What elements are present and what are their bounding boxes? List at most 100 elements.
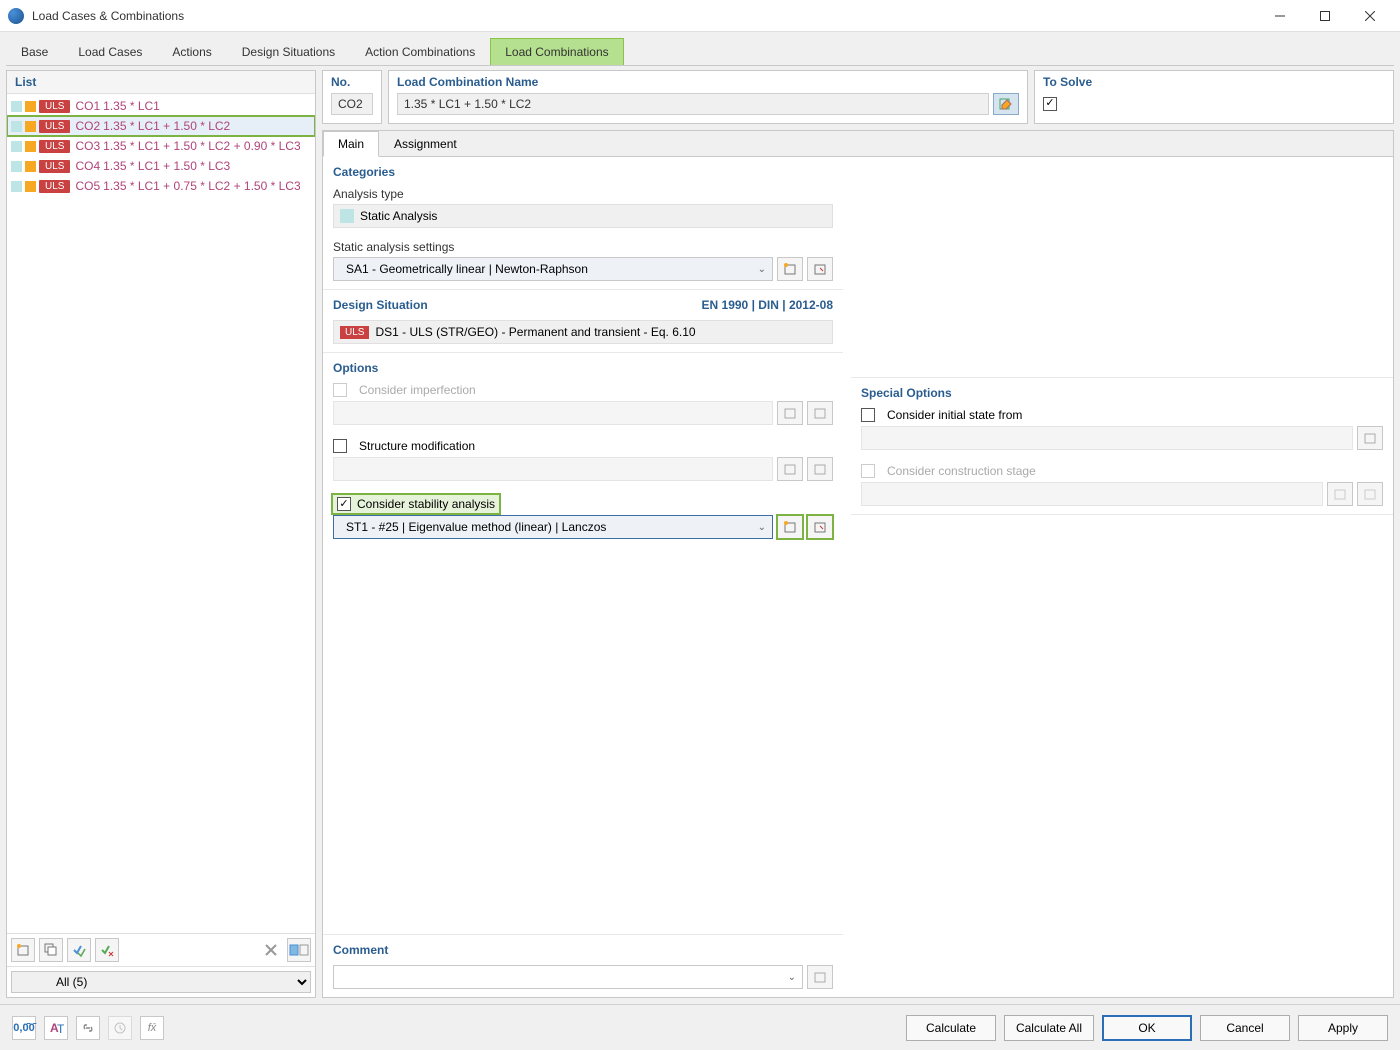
categories-title: Categories: [333, 165, 833, 179]
uncheck-all-button[interactable]: [95, 938, 119, 962]
list-item[interactable]: ULS CO41.35 * LC1 + 1.50 * LC3: [7, 156, 315, 176]
new-stability-button[interactable]: [777, 515, 803, 539]
delete-button[interactable]: [259, 938, 283, 962]
apply-button[interactable]: Apply: [1298, 1015, 1388, 1041]
combo-desc: 1.35 * LC1: [103, 99, 160, 113]
new-settings-button[interactable]: [777, 257, 803, 281]
font-button[interactable]: AT: [44, 1016, 68, 1040]
tab-design-situations[interactable]: Design Situations: [227, 38, 350, 65]
reset-button[interactable]: [108, 1016, 132, 1040]
uls-badge: ULS: [39, 180, 70, 193]
list-toolbar: [7, 933, 315, 966]
no-value: CO2: [331, 93, 373, 115]
list-item[interactable]: ULS CO51.35 * LC1 + 0.75 * LC2 + 1.50 * L…: [7, 176, 315, 196]
initial-state-checkbox[interactable]: [861, 408, 875, 422]
new-construction-stage-button[interactable]: [1327, 482, 1353, 506]
structure-modification-checkbox[interactable]: [333, 439, 347, 453]
construction-stage-checkbox: [861, 464, 875, 478]
tab-actions[interactable]: Actions: [157, 38, 226, 65]
edit-imperfection-button[interactable]: [807, 401, 833, 425]
comment-extra-button[interactable]: [807, 965, 833, 989]
name-label: Load Combination Name: [397, 75, 1019, 89]
list-item[interactable]: ULSCO11.35 * LC1: [7, 96, 315, 116]
design-situation-title: Design Situation: [333, 298, 428, 312]
copy-item-button[interactable]: [39, 938, 63, 962]
name-value: 1.35 * LC1 + 1.50 * LC2: [397, 93, 989, 115]
static-settings-select[interactable]: SA1 - Geometrically linear | Newton-Raph…: [333, 257, 773, 281]
consider-stability-label: Consider stability analysis: [357, 497, 495, 511]
function-button[interactable]: fx̄: [140, 1016, 164, 1040]
cancel-button[interactable]: Cancel: [1200, 1015, 1290, 1041]
swatch-icon: [25, 121, 36, 132]
combo-desc: 1.35 * LC1 + 0.75 * LC2 + 1.50 * LC3: [103, 179, 300, 193]
main-tabstrip: Base Load Cases Actions Design Situation…: [6, 38, 1394, 66]
construction-stage-label: Consider construction stage: [887, 464, 1036, 478]
maximize-button[interactable]: [1302, 0, 1347, 32]
uls-badge: ULS: [39, 140, 70, 153]
edit-name-button[interactable]: [993, 93, 1019, 115]
options-title: Options: [333, 361, 833, 375]
consider-stability-checkbox[interactable]: [337, 497, 351, 511]
close-button[interactable]: [1347, 0, 1392, 32]
list-item[interactable]: ULSCO31.35 * LC1 + 1.50 * LC2 + 0.90 * L…: [7, 136, 315, 156]
view-mode-button[interactable]: [287, 938, 311, 962]
special-options-title: Special Options: [861, 386, 1383, 400]
new-structure-mod-button[interactable]: [777, 457, 803, 481]
window-title: Load Cases & Combinations: [32, 9, 1257, 23]
swatch-icon: [11, 121, 22, 132]
subtab-main[interactable]: Main: [323, 131, 379, 157]
swatch-icon: [25, 181, 36, 192]
chevron-down-icon: ⌄: [788, 972, 796, 983]
calculate-button[interactable]: Calculate: [906, 1015, 996, 1041]
combo-id: CO1: [75, 99, 100, 113]
cyan-swatch-icon: [340, 209, 354, 223]
check-all-button[interactable]: [67, 938, 91, 962]
consider-imperfection-checkbox: [333, 383, 347, 397]
edit-settings-button[interactable]: [807, 257, 833, 281]
calculate-all-button[interactable]: Calculate All: [1004, 1015, 1094, 1041]
no-label: No.: [331, 75, 373, 89]
app-icon: [8, 8, 24, 24]
swatch-icon: [25, 101, 36, 112]
comment-select[interactable]: ⌄: [333, 965, 803, 989]
analysis-type-value: Static Analysis: [333, 204, 833, 228]
combo-id: CO4: [75, 159, 100, 173]
swatch-icon: [11, 181, 22, 192]
list-header: List: [7, 71, 315, 94]
tab-load-cases[interactable]: Load Cases: [63, 38, 157, 65]
consider-imperfection-label: Consider imperfection: [359, 383, 476, 397]
list-panel: List ULSCO11.35 * LC1ULSCO21.35 * LC1 + …: [6, 70, 316, 998]
link-button[interactable]: [76, 1016, 100, 1040]
uls-badge: ULS: [340, 326, 369, 339]
combo-desc: 1.35 * LC1 + 1.50 * LC3: [103, 159, 230, 173]
minimize-button[interactable]: [1257, 0, 1302, 32]
design-standard: EN 1990 | DIN | 2012-08: [702, 298, 833, 312]
list-filter-select[interactable]: All (5): [11, 971, 311, 993]
tab-base[interactable]: Base: [6, 38, 63, 65]
tab-load-combinations[interactable]: Load Combinations: [490, 38, 623, 65]
no-field-box: No. CO2: [322, 70, 382, 124]
categories-section: Categories Analysis type Static Analysis…: [323, 157, 843, 289]
edit-structure-mod-button[interactable]: [807, 457, 833, 481]
units-button[interactable]: 0,0̄0̄: [12, 1016, 36, 1040]
tab-action-combinations[interactable]: Action Combinations: [350, 38, 490, 65]
stability-select[interactable]: ST1 - #25 | Eigenvalue method (linear) |…: [333, 515, 773, 539]
uls-badge: ULS: [39, 120, 70, 133]
options-section: Options Consider imperfection: [323, 352, 843, 547]
to-solve-checkbox[interactable]: [1043, 97, 1057, 111]
uls-badge: ULS: [39, 160, 70, 173]
new-imperfection-button[interactable]: [777, 401, 803, 425]
list-item[interactable]: ULS CO21.35 * LC1 + 1.50 * LC2: [7, 116, 315, 136]
combo-id: CO5: [75, 179, 100, 193]
ok-button[interactable]: OK: [1102, 1015, 1192, 1041]
edit-initial-state-button[interactable]: [1357, 426, 1383, 450]
swatch-icon: [11, 141, 22, 152]
edit-construction-stage-button[interactable]: [1357, 482, 1383, 506]
combo-desc: 1.35 * LC1 + 1.50 * LC2: [103, 119, 230, 133]
new-item-button[interactable]: [11, 938, 35, 962]
combo-id: CO2: [75, 119, 100, 133]
analysis-type-label: Analysis type: [333, 187, 833, 201]
subtab-assignment[interactable]: Assignment: [379, 131, 472, 156]
comment-section: Comment ⌄: [323, 934, 843, 997]
edit-stability-button[interactable]: [807, 515, 833, 539]
